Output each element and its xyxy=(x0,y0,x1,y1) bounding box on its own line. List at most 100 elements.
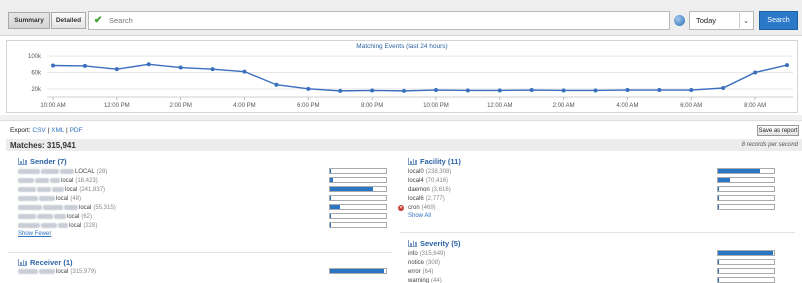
data-point[interactable] xyxy=(561,88,566,93)
show-all-link[interactable]: Show All xyxy=(408,213,431,219)
severity-title[interactable]: Severity (5) xyxy=(408,239,460,248)
data-point[interactable] xyxy=(114,67,119,72)
facet-count: (64) xyxy=(422,268,434,275)
facet-count: (238,308) xyxy=(425,168,452,175)
data-point[interactable] xyxy=(402,88,407,93)
data-point[interactable] xyxy=(338,88,343,93)
save-as-report-button[interactable]: Save as report xyxy=(757,125,799,136)
data-point[interactable] xyxy=(721,86,726,90)
redacted-host xyxy=(35,178,49,183)
severity-row[interactable]: notice (308) xyxy=(408,259,440,266)
export-label: Export: xyxy=(10,127,31,134)
data-point[interactable] xyxy=(274,82,279,87)
data-point[interactable] xyxy=(529,88,534,93)
severity-row[interactable]: error (64) xyxy=(408,268,433,275)
facet-name: local4 xyxy=(408,177,424,184)
data-point[interactable] xyxy=(146,62,151,67)
x-tick-label: 6:00 PM xyxy=(297,103,319,109)
redacted-host xyxy=(39,269,55,274)
x-tick-label: 12:00 PM xyxy=(104,103,130,109)
x-tick-label: 4:00 AM xyxy=(616,103,638,109)
facility-row[interactable]: local6 (2,777) xyxy=(408,195,445,202)
facet-name: notice xyxy=(408,259,425,266)
facet-count: (48) xyxy=(70,195,82,202)
facet-proportion-bar xyxy=(717,204,775,210)
data-point[interactable] xyxy=(306,86,311,91)
records-rate: 8 records per second xyxy=(741,142,798,148)
data-point[interactable] xyxy=(593,88,598,93)
data-point[interactable] xyxy=(51,63,55,68)
facet-proportion-bar xyxy=(329,168,387,174)
sender-row[interactable]: local (241,837) xyxy=(18,186,105,193)
x-tick-label: 10:00 AM xyxy=(40,103,65,109)
detailed-tab[interactable]: Detailed xyxy=(51,12,86,29)
facet-proportion-bar xyxy=(329,195,387,201)
show-fewer-link[interactable]: Show Fewer xyxy=(18,231,51,237)
export-csv-link[interactable]: CSV xyxy=(32,127,45,134)
receiver-row[interactable]: local (315,979) xyxy=(18,268,96,275)
data-point[interactable] xyxy=(497,88,502,93)
excluded-icon[interactable]: ✕ xyxy=(398,204,404,211)
data-point[interactable] xyxy=(625,88,630,93)
sender-row[interactable]: local (62) xyxy=(18,213,92,220)
sender-title[interactable]: Sender (7) xyxy=(18,157,67,166)
severity-row[interactable]: info (315,649) xyxy=(408,250,445,257)
summary-tab[interactable]: Summary xyxy=(8,12,50,29)
data-point[interactable] xyxy=(210,67,215,72)
data-point[interactable] xyxy=(242,69,247,74)
redacted-host xyxy=(43,205,63,210)
globe-icon[interactable] xyxy=(674,15,685,26)
facility-title[interactable]: Facility (11) xyxy=(408,157,461,166)
facet-proportion-fill xyxy=(330,269,385,273)
facet-count: (315,979) xyxy=(70,268,97,275)
data-point[interactable] xyxy=(370,88,375,93)
redacted-host xyxy=(18,269,38,274)
sender-row[interactable]: local (228) xyxy=(18,222,97,229)
data-point[interactable] xyxy=(785,63,789,68)
events-chart: Matching Events (last 24 hours) 20k 60k 10… xyxy=(6,40,798,113)
host-suffix: local xyxy=(65,186,78,193)
host-suffix: local xyxy=(56,268,69,275)
export-xml-link[interactable]: XML xyxy=(51,127,64,134)
sender-row[interactable]: local (55,315) xyxy=(18,204,116,211)
data-point[interactable] xyxy=(465,88,470,93)
search-button[interactable]: Search xyxy=(759,11,798,30)
y-tick-label: 20k xyxy=(31,87,42,93)
facility-row[interactable]: daemon (3,616) xyxy=(408,186,451,193)
chevron-down-icon[interactable]: ⌄ xyxy=(739,13,752,28)
x-tick-label: 12:00 AM xyxy=(487,103,512,109)
data-point[interactable] xyxy=(178,65,183,70)
search-box[interactable]: ✔ xyxy=(88,11,670,30)
sender-row[interactable]: local (18,423) xyxy=(18,177,98,184)
facility-row[interactable]: ✕ cron (469) xyxy=(398,204,436,211)
redacted-host xyxy=(37,187,51,192)
data-point[interactable] xyxy=(82,63,87,68)
facility-row[interactable]: local4 (70,416) xyxy=(408,177,448,184)
facet-proportion-bar xyxy=(717,250,775,256)
facility-row[interactable]: local0 (238,308) xyxy=(408,168,451,175)
data-point[interactable] xyxy=(657,88,662,93)
facet-proportion-fill xyxy=(718,251,774,255)
receiver-title[interactable]: Receiver (1) xyxy=(18,258,73,267)
export-pdf-link[interactable]: PDF xyxy=(70,127,83,134)
facet-proportion-bar xyxy=(717,186,775,192)
bar-chart-icon xyxy=(18,158,27,165)
sender-row[interactable]: local (48) xyxy=(18,195,81,202)
facet-proportion-fill xyxy=(718,178,731,182)
sender-row[interactable]: LOCAL (28) xyxy=(18,168,107,175)
y-tick-label: 100k xyxy=(28,54,42,60)
host-suffix: local xyxy=(56,195,69,202)
data-point[interactable] xyxy=(433,88,438,93)
search-input[interactable] xyxy=(109,16,649,25)
x-tick-label: 8:00 PM xyxy=(361,103,383,109)
export-sep: | xyxy=(66,127,68,134)
redacted-host xyxy=(18,223,40,228)
severity-row[interactable]: warning (44) xyxy=(408,277,442,283)
redacted-host xyxy=(18,178,34,183)
time-range-select[interactable]: Today ⌄ xyxy=(689,11,754,30)
redacted-host xyxy=(41,169,59,174)
facet-proportion-fill xyxy=(330,187,374,191)
data-point[interactable] xyxy=(689,88,694,93)
facet-count: (18,423) xyxy=(75,177,98,184)
data-point[interactable] xyxy=(753,70,758,75)
